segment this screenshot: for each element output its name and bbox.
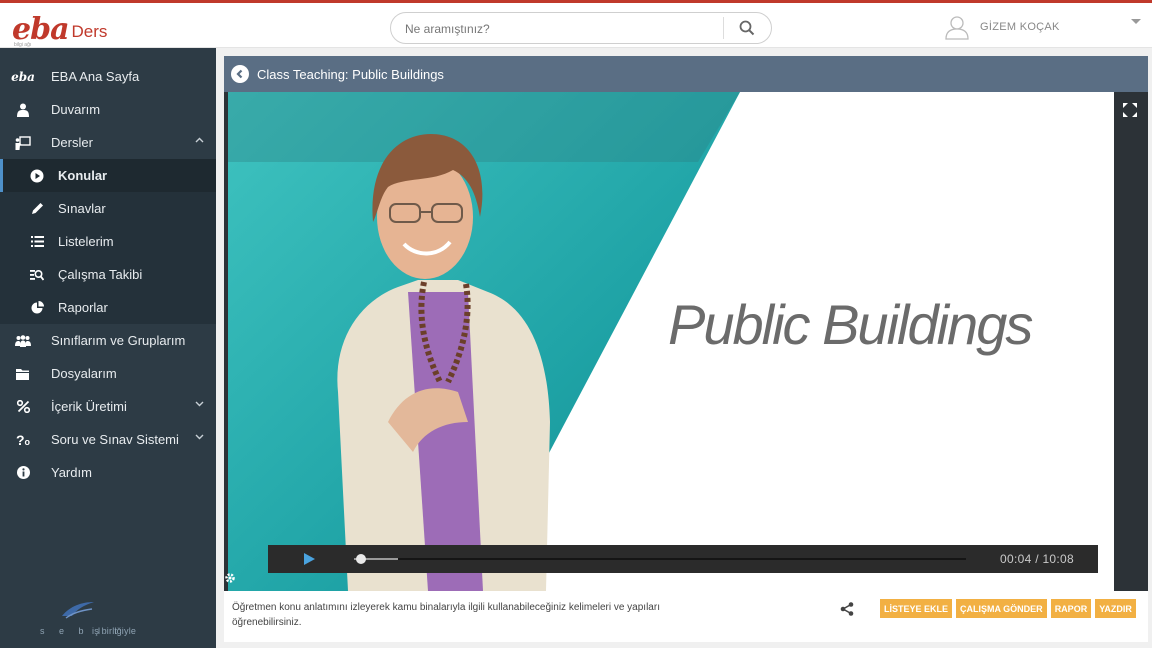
sidebar-item-duvarim[interactable]: Duvarım (0, 93, 216, 126)
sidebar-item-konular[interactable]: Konular (0, 159, 216, 192)
chevron-up-icon (195, 137, 204, 143)
add-to-list-button[interactable]: LİSTEYE EKLE (880, 599, 953, 618)
sidebar-item-dosyalarim[interactable]: Dosyalarım (0, 357, 216, 390)
sidebar-item-siniflarim[interactable]: Sınıflarım ve Gruplarım (0, 324, 216, 357)
play-circle-icon (28, 168, 46, 184)
partner-text: iş birliğiyle (92, 626, 137, 636)
video-info: Öğretmen konu anlatımını izleyerek kamu … (224, 591, 1148, 642)
avatar-icon (944, 14, 970, 40)
play-icon[interactable] (302, 552, 316, 566)
search-button[interactable] (727, 15, 767, 41)
user-icon (14, 102, 32, 118)
sidebar-item-label: Konular (58, 168, 108, 183)
presentation-icon (14, 135, 32, 151)
send-assignment-button[interactable]: ÇALIŞMA GÖNDER (956, 599, 1047, 618)
sidebar-item-yardim[interactable]: Yardım (0, 456, 216, 489)
back-button[interactable] (231, 65, 249, 83)
top-bar: eba Ders bilgi ağı GİZEM KOÇAK (0, 0, 1152, 48)
pie-chart-icon (28, 300, 46, 316)
partner-swoosh-icon (62, 602, 94, 619)
video-slide-image: Public Buildings (228, 92, 1114, 591)
sidebar-item-label: Soru ve Sınav Sistemi (51, 432, 179, 447)
folder-icon (14, 366, 32, 382)
sidebar-item-label: Raporlar (58, 300, 108, 315)
sidebar: eba EBA Ana Sayfa Duvarım Dersler Konula… (0, 48, 216, 648)
video-title: Class Teaching: Public Buildings (257, 66, 444, 82)
sidebar-item-label: Dersler (51, 135, 93, 150)
tracking-icon (28, 267, 46, 283)
sidebar-item-label: Listelerim (58, 234, 114, 249)
sidebar-item-label: Dosyalarım (51, 366, 117, 381)
eba-logo[interactable]: eba Ders bilgi ağı (12, 9, 108, 49)
sidebar-item-label: İçerik Üretimi (51, 399, 127, 414)
time-display: 00:04 / 10:08 (1000, 552, 1074, 566)
list-icon (28, 234, 46, 250)
eba-icon: eba (11, 69, 35, 84)
chevron-down-icon (195, 434, 204, 440)
info-icon (14, 465, 32, 481)
sidebar-item-sinavlar[interactable]: Sınavlar (0, 192, 216, 225)
sidebar-item-label: Yardım (51, 465, 92, 480)
print-button[interactable]: YAZDIR (1095, 599, 1136, 618)
action-buttons: LİSTEYE EKLE ÇALIŞMA GÖNDER RAPOR YAZDIR (880, 599, 1136, 618)
chevron-left-icon (236, 69, 243, 79)
video-frame: Public Buildings (228, 92, 1114, 591)
caret-down-icon[interactable] (1130, 18, 1142, 26)
sidebar-item-label: EBA Ana Sayfa (51, 69, 140, 84)
sidebar-item-listelerim[interactable]: Listelerim (0, 225, 216, 258)
sidebar-item-icerik-uretimi[interactable]: İçerik Üretimi (0, 390, 216, 423)
search-icon (739, 20, 755, 36)
seek-bar[interactable] (354, 554, 966, 564)
sidebar-item-soru-sinav[interactable]: ? o Soru ve Sınav Sistemi (0, 423, 216, 456)
video-header: Class Teaching: Public Buildings (224, 56, 1148, 92)
search-divider (723, 17, 724, 39)
chevron-down-icon (195, 401, 204, 407)
video-player[interactable]: Public Buildings 00:04 / 10:08 (224, 92, 1148, 591)
pencil-icon (28, 201, 46, 217)
partner-logo: s e b l t iş birliğiyle (40, 600, 200, 640)
logo-mark: eba (12, 12, 70, 47)
sidebar-item-calisma-takibi[interactable]: Çalışma Takibi (0, 258, 216, 291)
sidebar-item-label: Sınavlar (58, 201, 106, 216)
share-icon[interactable] (840, 602, 854, 616)
video-description: Öğretmen konu anlatımını izleyerek kamu … (232, 602, 660, 628)
report-button[interactable]: RAPOR (1050, 599, 1092, 618)
search-input[interactable] (405, 19, 715, 39)
user-name: GİZEM KOÇAK (980, 21, 1060, 33)
video-controls: 00:04 / 10:08 (268, 545, 1098, 573)
search-box (390, 12, 772, 44)
settings-gear-icon[interactable] (224, 572, 236, 584)
users-icon (14, 333, 32, 349)
fullscreen-icon[interactable] (1122, 102, 1138, 118)
seek-handle[interactable] (356, 554, 366, 564)
slide-title: Public Buildings (668, 293, 1032, 356)
sidebar-item-label: Duvarım (51, 102, 101, 117)
sidebar-item-eba-home[interactable]: eba EBA Ana Sayfa (0, 60, 216, 93)
user-menu[interactable]: GİZEM KOÇAK (944, 12, 1060, 42)
main-content: Class Teaching: Public Buildings Public … (224, 56, 1148, 642)
sidebar-item-dersler[interactable]: Dersler (0, 126, 216, 159)
sidebar-item-raporlar[interactable]: Raporlar (0, 291, 216, 324)
question-icon: ? o (15, 431, 31, 448)
sidebar-item-label: Çalışma Takibi (58, 267, 143, 282)
logo-product: Ders (71, 22, 108, 41)
sidebar-item-label: Sınıflarım ve Gruplarım (51, 333, 186, 348)
percent-icon (14, 399, 32, 415)
